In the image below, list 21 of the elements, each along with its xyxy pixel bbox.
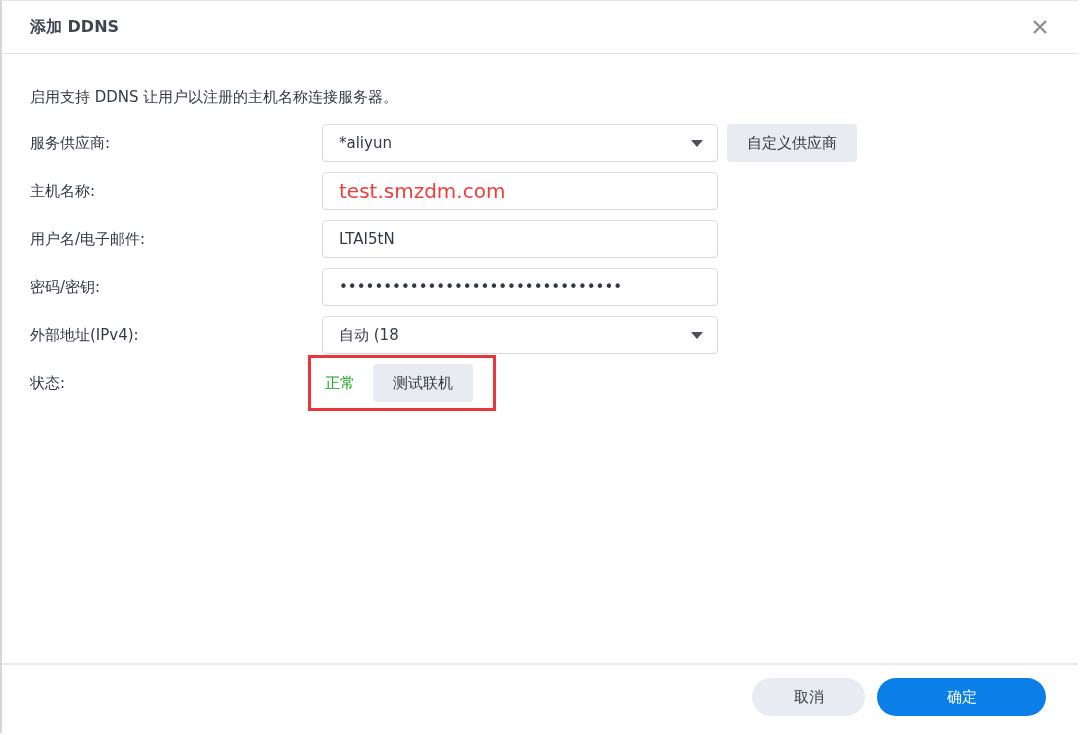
caret-icon [691,331,703,339]
field-label: 状态: [30,373,67,393]
field-label: 密码/密钥: [30,277,102,297]
dropdown-field[interactable]: *aliyun [322,124,718,162]
input-field[interactable]: LTAI5tN [322,220,718,258]
field-label: 主机名称: [30,181,97,201]
input-field[interactable]: •••••••••••••••••••••••••••••••• [322,268,718,306]
cancel-button[interactable]: 取消 [752,678,865,716]
test-connection-button[interactable]: 测试联机 [373,364,473,402]
input-field[interactable]: test.smzdm.com [322,172,718,210]
field-label: 用户名/电子邮件: [30,229,147,249]
dropdown-field[interactable]: 自动 (18 [322,316,718,354]
status-text: 正常 [325,373,355,393]
window-title: 添加 DDNS [30,16,120,38]
field-label: 服务供应商: [30,133,112,153]
confirm-button[interactable]: 确定 [877,678,1046,716]
description-text: 启用支持 DDNS 让用户以注册的主机名称连接服务器。 [30,88,400,107]
caret-icon [691,139,703,147]
field-label: 外部地址(IPv4): [30,325,140,345]
close-icon[interactable] [1032,19,1048,35]
custom-provider-button[interactable]: 自定义供应商 [727,124,857,162]
